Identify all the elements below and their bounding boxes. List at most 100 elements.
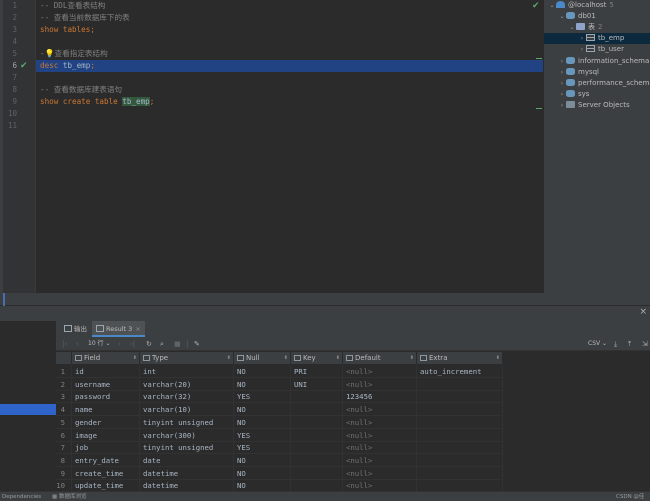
cell-extra[interactable] xyxy=(417,453,503,467)
status-dependencies[interactable]: Dependencies xyxy=(2,492,41,501)
cell-key[interactable] xyxy=(291,415,343,429)
tree-item-tb-emp[interactable]: › tb_emp xyxy=(544,33,650,45)
export-format-select[interactable]: CSV ⌄ xyxy=(588,337,607,351)
stop-icon[interactable]: ■ xyxy=(174,337,181,351)
cell-field[interactable]: id xyxy=(72,365,140,378)
tree-item-localhost[interactable]: ⌄ @localhost 5 xyxy=(544,0,650,11)
tree-item-mysql[interactable]: › mysql xyxy=(544,67,650,78)
cell-null[interactable]: NO xyxy=(234,415,291,429)
cell-type[interactable]: date xyxy=(140,453,234,467)
tree-item-information-schema[interactable]: › information_schema xyxy=(544,56,650,67)
column-header-null[interactable]: Null ⬍ xyxy=(234,352,291,365)
cell-field[interactable]: name xyxy=(72,403,140,417)
cell-type[interactable]: tinyint unsigned xyxy=(140,415,234,429)
tree-item-server-objects[interactable]: › Server Objects xyxy=(544,100,650,111)
sort-icon[interactable]: ⬍ xyxy=(496,352,500,365)
tree-item-sys[interactable]: › sys xyxy=(544,89,650,100)
sort-icon[interactable]: ⬍ xyxy=(284,352,288,365)
services-tree[interactable] xyxy=(0,321,56,491)
cell-null[interactable]: YES xyxy=(234,428,291,442)
table-row[interactable]: 7 job tinyint unsigned YES <null> xyxy=(56,441,503,455)
close-icon[interactable]: × xyxy=(639,307,647,317)
cell-default[interactable]: <null> xyxy=(343,377,417,391)
table-row[interactable]: 2 username varchar(20) NO UNI <null> xyxy=(56,377,503,391)
cell-type[interactable]: varchar(20) xyxy=(140,377,234,391)
cell-type[interactable]: int xyxy=(140,365,234,378)
cell-key[interactable] xyxy=(291,453,343,467)
chevron-right-icon[interactable]: › xyxy=(558,89,566,100)
tab-close-icon[interactable]: × xyxy=(135,325,140,333)
cell-extra[interactable] xyxy=(417,390,503,404)
cell-key[interactable] xyxy=(291,403,343,417)
cell-null[interactable]: YES xyxy=(234,441,291,455)
cell-type[interactable]: varchar(10) xyxy=(140,403,234,417)
tab-output[interactable]: 输出 xyxy=(60,321,91,337)
cell-key[interactable] xyxy=(291,428,343,442)
cell-extra[interactable] xyxy=(417,403,503,417)
cell-type[interactable]: varchar(300) xyxy=(140,428,234,442)
cell-key[interactable] xyxy=(291,390,343,404)
cell-extra[interactable] xyxy=(417,377,503,391)
import-icon[interactable]: ⤒ xyxy=(628,337,631,351)
cell-field[interactable]: image xyxy=(72,428,140,442)
cell-type[interactable]: datetime xyxy=(140,466,234,480)
table-row[interactable]: 5 gender tinyint unsigned NO <null> xyxy=(56,415,503,429)
services-selected-item[interactable] xyxy=(0,404,56,415)
refresh-icon[interactable]: ↻ xyxy=(146,337,152,351)
code-line[interactable]: show create table tb_emp; xyxy=(36,96,543,108)
tree-item-tb-user[interactable]: › tb_user xyxy=(544,44,650,55)
cell-null[interactable]: YES xyxy=(234,390,291,404)
cell-field[interactable]: job xyxy=(72,441,140,455)
cell-default[interactable]: <null> xyxy=(343,403,417,417)
code-line[interactable] xyxy=(36,120,543,132)
sort-icon[interactable]: ⬍ xyxy=(336,352,340,365)
cell-type[interactable]: tinyint unsigned xyxy=(140,441,234,455)
cell-field[interactable]: password xyxy=(72,390,140,404)
database-explorer[interactable]: ⌄ @localhost 5 ⌄ db01 ⌄ 表 2 › tb_emp › tb_user › info… xyxy=(543,0,650,293)
next-page-icon[interactable]: › xyxy=(118,337,121,351)
table-row[interactable]: 9 create_time datetime NO <null> xyxy=(56,466,503,480)
code-line[interactable]: -- DDL查看表结构 xyxy=(36,0,543,12)
sort-icon[interactable]: ⬍ xyxy=(227,352,231,365)
status-database-browser[interactable]: ▦ 数据库浏览 xyxy=(52,492,86,501)
cell-extra[interactable] xyxy=(417,466,503,480)
export-icon[interactable]: ⤓ xyxy=(614,337,617,351)
code-line[interactable]: show tables; xyxy=(36,24,543,36)
page-size-select[interactable]: 10 行 ⌄ xyxy=(88,337,110,351)
chevron-right-icon[interactable]: › xyxy=(578,44,586,55)
last-page-icon[interactable]: ›| xyxy=(130,337,135,351)
cell-default[interactable]: <null> xyxy=(343,441,417,455)
previous-page-icon[interactable]: ‹ xyxy=(76,337,79,351)
cell-field[interactable]: gender xyxy=(72,415,140,429)
cell-extra[interactable] xyxy=(417,428,503,442)
column-header-default[interactable]: Default ⬍ xyxy=(343,352,417,365)
first-page-icon[interactable]: |‹ xyxy=(62,337,67,351)
cell-field[interactable]: entry_date xyxy=(72,453,140,467)
cell-default[interactable]: 123456 xyxy=(343,390,417,404)
cell-null[interactable]: NO xyxy=(234,377,291,391)
cell-key[interactable]: UNI xyxy=(291,377,343,391)
cell-extra[interactable]: auto_increment xyxy=(417,365,503,378)
sort-icon[interactable]: ⬍ xyxy=(410,352,414,365)
cell-null[interactable]: NO xyxy=(234,453,291,467)
sort-icon[interactable]: ⬍ xyxy=(133,352,137,365)
cell-default[interactable]: <null> xyxy=(343,466,417,480)
cell-default[interactable]: <null> xyxy=(343,453,417,467)
sql-editor[interactable]: 1 2 3 4 5 6 ✔ 7 8 9 10 11 -- DDL查看表结构 -- 查看当前数据库下的表 s… xyxy=(0,0,543,293)
tab-result-3[interactable]: Result 3 × xyxy=(92,321,145,337)
column-header-extra[interactable]: Extra ⬍ xyxy=(417,352,503,365)
chevron-right-icon[interactable]: › xyxy=(558,56,566,67)
cell-default[interactable]: <null> xyxy=(343,415,417,429)
cell-extra[interactable] xyxy=(417,441,503,455)
table-row[interactable]: 6 image varchar(300) YES <null> xyxy=(56,428,503,442)
table-row[interactable]: 3 password varchar(32) YES 123456 xyxy=(56,390,503,404)
cell-extra[interactable] xyxy=(417,415,503,429)
pin-tab-icon[interactable]: ✎ xyxy=(194,337,200,351)
chevron-right-icon[interactable]: › xyxy=(558,67,566,78)
cell-key[interactable] xyxy=(291,466,343,480)
code-line[interactable]: -- 查看数据库建表语句 xyxy=(36,84,543,96)
table-row[interactable]: 8 entry_date date NO <null> xyxy=(56,453,503,467)
code-line[interactable]: -💡查看指定表结构 xyxy=(36,48,543,60)
table-row[interactable]: 1 id int NO PRI <null> auto_increment xyxy=(56,365,503,378)
chevron-right-icon[interactable]: › xyxy=(578,33,586,44)
